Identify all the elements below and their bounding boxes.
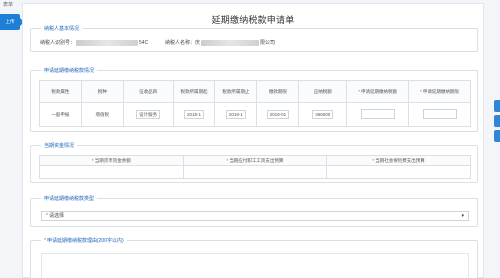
col-header: 税种 [80, 80, 124, 103]
rail-form-label[interactable]: 表单 [3, 1, 13, 8]
float-button-2[interactable] [494, 115, 500, 127]
col-header-label: 申请延期缴纳期限 [422, 88, 459, 94]
basic-info-legend: 纳税人基本情况 [41, 25, 83, 33]
amount-input[interactable]: 366000 [312, 110, 334, 119]
taxpayer-id-masked [76, 39, 139, 46]
cell-period-end: 2018-1 [214, 102, 258, 127]
float-button-1[interactable] [494, 100, 500, 112]
cell-delay-amount [346, 102, 410, 127]
funds-wage-cell[interactable] [182, 165, 328, 179]
funds-col-label: 当期社会保险费支出预算 [375, 157, 425, 163]
item-input[interactable]: 设计服务 [136, 110, 161, 119]
funds-table: *当期货币资金余额 *当期应付职工工资支出预算 *当期社会保险费支出预算 [39, 155, 471, 179]
apply-section: 申请延期缴纳税款情况 税款属性 税种 征收品目 税款所属期起 税款所属期止 缴款… [30, 67, 478, 132]
col-header-label: 申请延期缴纳税额 [360, 88, 397, 94]
taxpayer-id-label: 纳税人识别号： [40, 40, 76, 46]
funds-data-row [39, 165, 471, 179]
funds-header-row: *当期货币资金余额 *当期应付职工工资支出预算 *当期社会保险费支出预算 [39, 155, 471, 166]
funds-col-label: 当期货币资金余额 [94, 157, 131, 163]
right-float-toolbar [494, 100, 500, 145]
upload-tab[interactable]: 上传 [0, 14, 24, 30]
funds-cash-cell[interactable] [39, 165, 184, 179]
col-header: 税款所属期止 [214, 80, 258, 103]
col-header: 征收品目 [122, 80, 174, 103]
delay-type-legend: 申请延期缴纳税款类型 [41, 195, 98, 203]
reason-legend-label: 申请延期缴纳税款理由(200字以内) [46, 238, 124, 244]
deadline-input[interactable]: 2019-01 [266, 110, 290, 119]
required-mark: * [46, 213, 48, 219]
col-header: 应纳税额 [298, 80, 348, 103]
taxpayer-id-row: 纳税人识别号： 54C [40, 39, 148, 46]
delay-type-select[interactable]: *请选择 ▾ [41, 211, 469, 221]
period-end-input[interactable]: 2018-1 [225, 110, 246, 119]
apply-header-row: 税款属性 税种 征收品目 税款所属期起 税款所属期止 缴款期限 应纳税额 *申请… [39, 80, 471, 103]
delay-type-value: 请选择 [48, 213, 64, 219]
page-title: 延期缴纳税款申请单 [211, 15, 295, 25]
reason-textarea[interactable] [41, 253, 469, 278]
required-mark: * [44, 238, 46, 244]
cell-item: 设计服务 [122, 102, 174, 127]
apply-table: 税款属性 税种 征收品目 税款所属期起 税款所属期止 缴款期限 应纳税额 *申请… [39, 80, 471, 127]
delay-deadline-input[interactable] [422, 109, 457, 119]
funds-legend: 当期资金情况 [41, 142, 78, 150]
basic-info-section: 纳税人基本情况 纳税人识别号： 54C 纳税人名称：庆 限公司 [30, 25, 478, 52]
cell-amount: 366000 [298, 102, 348, 127]
cell-deadline: 2019-01 [256, 102, 300, 127]
required-mark: * [91, 157, 94, 163]
col-header: 缴款期限 [256, 80, 300, 103]
taxpayer-name-masked [201, 39, 260, 46]
funds-section: 当期资金情况 *当期货币资金余额 *当期应付职工工资支出预算 *当期社会保险费支… [30, 142, 478, 183]
taxpayer-name-prefix: 庆 [195, 40, 201, 46]
funds-col-header: *当期应付职工工资支出预算 [182, 155, 328, 166]
taxpayer-name-label: 纳税人名称： [165, 40, 196, 46]
col-header-required: *申请延期缴纳期限 [408, 80, 471, 103]
cell-tax: 增值税 [80, 102, 124, 127]
funds-col-header: *当期社会保险费支出预算 [326, 155, 471, 166]
taxpayer-name-suffix: 限公司 [260, 40, 276, 46]
reason-legend: *申请延期缴纳税款理由(200字以内) [41, 237, 127, 245]
float-button-3[interactable] [494, 130, 500, 142]
caret-down-icon: ▾ [461, 213, 464, 219]
form-panel: 延期缴纳税款申请单 纳税人基本情况 纳税人识别号： 54C 纳税人名称：庆 限公司 … [22, 3, 484, 278]
col-header: 税款属性 [39, 80, 82, 103]
cell-attr: 一般申报 [39, 102, 82, 127]
left-rail: 表单 上传 [0, 0, 24, 278]
cell-period-start: 2018-1 [172, 102, 216, 127]
cell-delay-deadline [408, 102, 471, 127]
taxpayer-id-suffix: 54C [139, 40, 149, 46]
delay-type-section: 申请延期缴纳税款类型 *请选择 ▾ [30, 195, 478, 227]
period-start-input[interactable]: 2018-1 [184, 110, 205, 119]
app-shell: 表单 上传 延期缴纳税款申请单 纳税人基本情况 纳税人识别号： 54C 纳税人名称… [0, 0, 500, 278]
delay-amount-input[interactable] [360, 109, 395, 119]
funds-insurance-cell[interactable] [326, 165, 471, 179]
apply-legend: 申请延期缴纳税款情况 [41, 67, 98, 75]
required-mark: * [358, 88, 360, 94]
reason-section: *申请延期缴纳税款理由(200字以内) [30, 237, 478, 278]
taxpayer-name-row: 纳税人名称：庆 限公司 [165, 39, 275, 46]
required-mark: * [420, 88, 422, 94]
col-header-required: *申请延期缴纳税额 [346, 80, 410, 103]
col-header: 税款所属期起 [172, 80, 216, 103]
apply-data-row: 一般申报 增值税 设计服务 2018-1 2018-1 2019-01 3660… [39, 102, 471, 127]
funds-col-header: *当期货币资金余额 [39, 155, 184, 166]
funds-col-label: 当期应付职工工资支出预算 [229, 157, 284, 163]
